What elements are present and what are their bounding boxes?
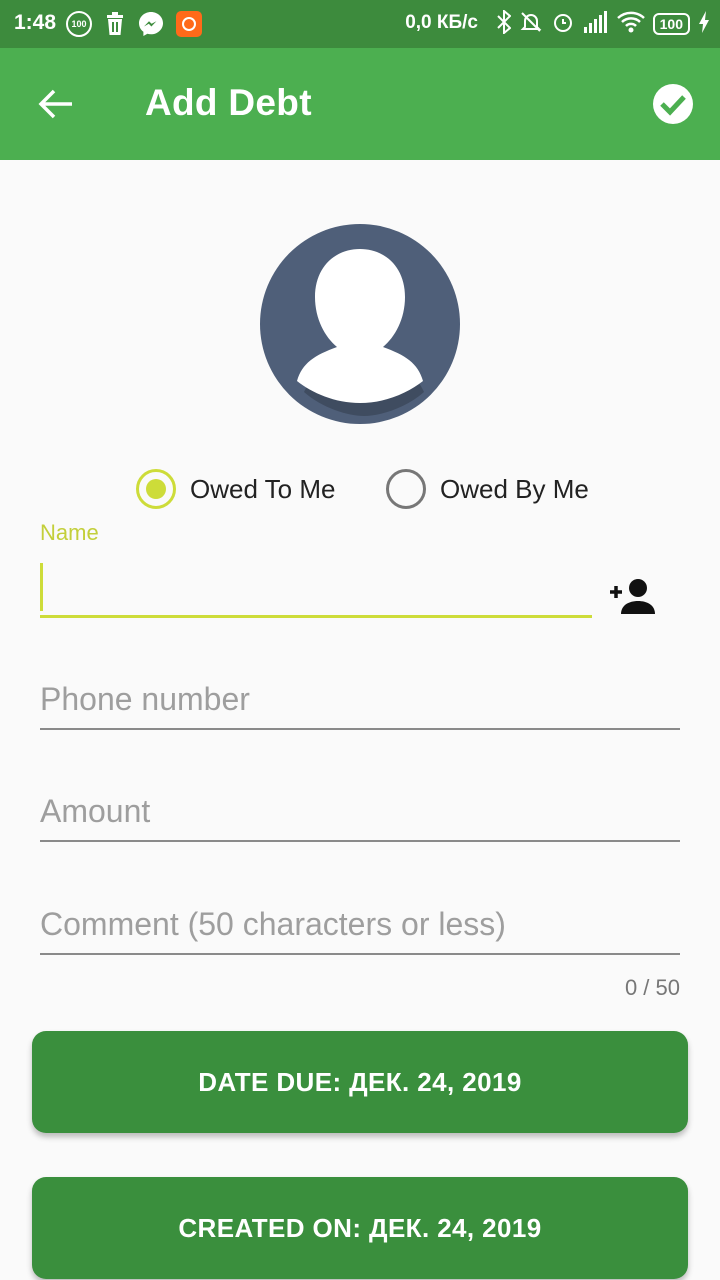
arrow-back-icon [38,89,72,119]
comment-placeholder: Comment (50 characters or less) [40,906,506,942]
person-add-icon [610,579,655,614]
name-input[interactable] [40,560,592,618]
debt-direction-radio-group: Owed To Me Owed By Me [0,466,720,512]
avatar[interactable] [260,224,460,424]
amount-placeholder: Amount [40,793,151,829]
comment-input[interactable]: Comment (50 characters or less) [40,895,680,955]
notification-100-icon: 100 [66,11,92,37]
network-speed: 0,0 КБ/с [405,12,478,33]
battery-indicator: 100 [652,13,690,35]
check-circle-icon [653,84,693,124]
pick-contact-button[interactable] [608,578,656,614]
status-time: 1:48 [14,11,57,34]
radio-selected-icon [136,469,176,509]
radio-owed-to-me[interactable]: Owed To Me [136,466,335,512]
radio-owed-by-me-label: Owed By Me [440,473,589,504]
radio-owed-to-me-label: Owed To Me [190,473,336,504]
created-on-button[interactable]: CREATED ON: ДЕК. 24, 2019 [32,1177,688,1279]
amount-input[interactable]: Amount [40,782,680,842]
phone-number-input[interactable]: Phone number [40,670,680,730]
charging-icon [698,10,710,38]
text-cursor [40,563,43,611]
date-due-button[interactable]: DATE DUE: ДЕК. 24, 2019 [32,1031,688,1133]
wifi-icon [616,11,645,38]
app-notification-icon [176,11,202,37]
radio-unselected-icon [386,469,426,509]
toolbar: Add Debt [0,48,720,160]
alarm-icon [551,10,575,39]
messenger-icon [138,11,164,37]
trash-icon [104,11,126,37]
mute-bell-icon [519,10,543,39]
phone-number-placeholder: Phone number [40,681,250,717]
back-button[interactable] [28,76,84,132]
status-icons: 100 [496,8,710,39]
page-title: Add Debt [145,82,312,123]
comment-character-counter: 0 / 50 [624,975,680,1000]
status-bar: 1:48 100 0,0 КБ/с 100 [0,0,720,48]
person-silhouette-icon [297,249,424,416]
save-button[interactable] [650,81,696,127]
radio-owed-by-me[interactable]: Owed By Me [386,466,589,512]
signal-icon [583,10,609,38]
bluetooth-icon [496,8,512,39]
name-field-label: Name [40,520,99,545]
